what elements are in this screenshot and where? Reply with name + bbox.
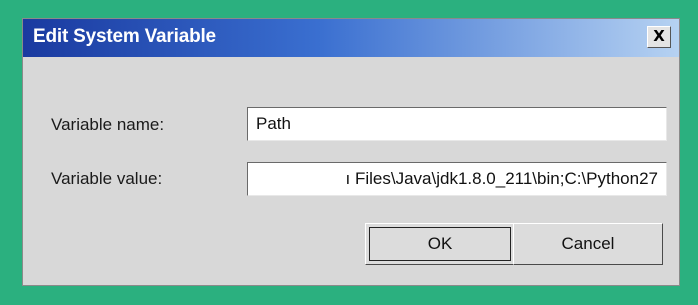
edit-system-variable-dialog: Edit System Variable X Variable name: Pa…: [22, 18, 680, 286]
variable-name-input[interactable]: Path: [247, 107, 667, 141]
dialog-title: Edit System Variable: [33, 26, 216, 47]
close-icon: X: [653, 27, 665, 45]
variable-value-label: Variable value:: [51, 169, 163, 188]
cancel-button[interactable]: Cancel: [513, 223, 663, 265]
variable-name-label: Variable name:: [51, 115, 165, 134]
close-button[interactable]: X: [647, 26, 671, 48]
dialog-titlebar[interactable]: Edit System Variable X: [23, 19, 679, 57]
variable-value-input[interactable]: ı Files\Java\jdk1.8.0_211\bin;C:\Python2…: [247, 162, 667, 196]
ok-button[interactable]: OK: [365, 223, 515, 265]
